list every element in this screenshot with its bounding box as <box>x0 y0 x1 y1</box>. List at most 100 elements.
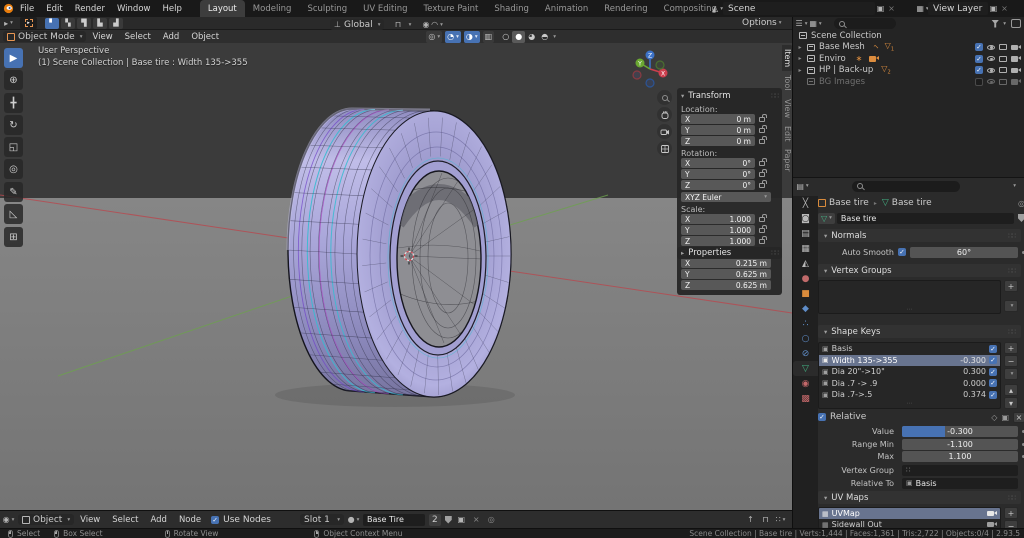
add-vertex-group-button[interactable]: + <box>1004 280 1018 292</box>
tab-modifiers[interactable]: ◆ <box>793 301 818 316</box>
tab-view-layer[interactable]: ▦ <box>793 241 818 256</box>
view-layer-icon[interactable]: ▦▾ <box>916 2 928 15</box>
shader-menu-view[interactable]: View <box>74 515 106 525</box>
properties-editor-type-icon[interactable]: ▤ ▾ <box>796 180 808 193</box>
go-to-parent-node-icon[interactable]: ↑ <box>745 513 756 526</box>
dimensions-z-field[interactable]: Z 0.625 m <box>681 280 771 290</box>
scene-icon[interactable]: ◭ ▾ <box>712 2 723 15</box>
view-layer-name-field[interactable]: View Layer <box>928 2 988 15</box>
lock-scale-y-icon[interactable] <box>759 224 767 233</box>
location-z-field[interactable]: Z 0 m <box>681 136 755 146</box>
tab-object-data[interactable]: ▽ <box>793 361 818 376</box>
tab-output[interactable]: ▤ <box>793 226 818 241</box>
shape-key-row[interactable]: ▣ Basis ✓ <box>819 343 1000 355</box>
box-select-tool-button[interactable]: ▸ <box>20 17 37 29</box>
use-nodes-checkbox[interactable]: ✓ <box>211 515 220 524</box>
disable-viewport-icon[interactable] <box>999 67 1007 74</box>
select-mode-lasso-icon[interactable]: ▙ <box>93 17 107 29</box>
zoom-button[interactable] <box>657 90 672 105</box>
lock-location-y-icon[interactable] <box>759 124 767 133</box>
disable-render-icon[interactable] <box>1011 67 1021 73</box>
disable-viewport-icon[interactable] <box>999 44 1007 51</box>
blender-logo-icon[interactable] <box>3 2 14 15</box>
unlink-material-icon[interactable]: × <box>471 513 482 526</box>
outliner-search-input[interactable] <box>834 18 896 29</box>
new-collection-icon[interactable] <box>1011 19 1021 28</box>
shape-key-row-selected[interactable]: ▣ Width 135->355 -0.300 ✓ <box>819 354 1000 366</box>
auto-smooth-checkbox[interactable]: ✓ <box>898 248 906 256</box>
edit-mode-display-icon[interactable]: ▣ <box>1001 413 1009 422</box>
pan-hand-button[interactable] <box>657 107 672 122</box>
select-mode-circle-icon[interactable]: ▜ <box>77 17 91 29</box>
tab-object[interactable]: ■ <box>793 286 818 301</box>
rotation-mode-dropdown[interactable]: XYZ Euler ▾ <box>681 192 771 202</box>
lock-rotation-x-icon[interactable] <box>759 157 767 166</box>
checkbox-icon[interactable]: ✓ <box>975 66 983 75</box>
remove-shape-key-button[interactable]: − <box>1004 355 1018 367</box>
shape-key-checkbox[interactable]: ✓ <box>989 390 997 399</box>
tool-transform-button[interactable]: ◎ <box>4 159 23 179</box>
breadcrumb-data[interactable]: Base tire <box>892 198 932 208</box>
tool-scale-button[interactable]: ◱ <box>4 137 23 157</box>
node-snap-mode-icon[interactable]: ∷ ▾ <box>775 513 786 526</box>
relative-checkbox[interactable]: ✓ <box>818 413 826 421</box>
workspace-tab-texture-paint[interactable]: Texture Paint <box>416 0 487 17</box>
filter-icon[interactable] <box>991 19 1000 28</box>
checkbox-icon[interactable] <box>975 77 983 86</box>
tab-tool[interactable]: ╳ <box>793 196 818 211</box>
workspace-tab-shading[interactable]: Shading <box>486 0 537 17</box>
xray-toggle[interactable]: ▥ <box>482 30 495 43</box>
add-shape-key-button[interactable]: + <box>1004 342 1018 354</box>
mesh-name-field[interactable]: Base tire <box>836 212 1014 224</box>
select-mode-box-icon[interactable]: ▚ <box>61 17 75 29</box>
outliner-display-mode-icon[interactable]: ▦ ▾ <box>809 17 821 30</box>
new-view-layer-icon[interactable]: ▣ <box>988 2 999 15</box>
navigation-gizmo[interactable]: Z X Y <box>628 46 672 90</box>
tool-select-box-button[interactable]: ▶ <box>4 48 23 68</box>
uv-maps-panel-header[interactable]: ▾ UV Maps ∷∷ <box>818 491 1021 504</box>
vertex-groups-panel-header[interactable]: ▾ Vertex Groups ∷∷ <box>818 264 1021 277</box>
tab-constraints[interactable]: ⊘ <box>793 346 818 361</box>
breadcrumb-object[interactable]: Base tire <box>829 198 869 208</box>
material-name-field[interactable]: Base Tire <box>363 513 425 526</box>
tab-physics[interactable]: ○ <box>793 331 818 346</box>
disable-viewport-icon[interactable] <box>999 55 1007 62</box>
outliner-row-base-mesh[interactable]: ▸ Base Mesh ⌐ ▽1 ✓ <box>793 41 1024 53</box>
fake-user-shield-icon[interactable] <box>1018 214 1024 222</box>
node-snap-magnet-icon[interactable]: ⊓ <box>760 513 771 526</box>
shading-rendered-icon[interactable]: ◓ <box>538 31 551 43</box>
shape-key-checkbox[interactable]: ✓ <box>989 379 997 388</box>
range-max-field[interactable]: 1.100 <box>902 450 1018 462</box>
editor-divider[interactable] <box>792 17 793 528</box>
disable-render-icon[interactable] <box>1011 44 1021 50</box>
unlink-scene-icon[interactable]: × <box>886 2 897 15</box>
shader-menu-add[interactable]: Add <box>144 515 172 525</box>
workspace-tab-uv-editing[interactable]: UV Editing <box>355 0 415 17</box>
shape-key-row[interactable]: ▣ Dia .7 -> .9 0.000 ✓ <box>819 378 1000 390</box>
uv-map-row[interactable]: ▦ Sidewall Out <box>819 519 1000 528</box>
sidebar-tab-edit[interactable]: Edit <box>782 122 792 146</box>
checkbox-icon[interactable]: ✓ <box>975 43 983 52</box>
orthographic-toggle-button[interactable] <box>657 141 672 156</box>
shape-key-checkbox[interactable]: ✓ <box>989 344 997 353</box>
shading-solid-icon[interactable]: ● <box>512 30 526 43</box>
hide-eye-icon[interactable] <box>987 79 995 85</box>
dimensions-x-field[interactable]: X 0.215 m <box>681 258 771 268</box>
transform-orientation-dropdown[interactable]: ⊥ Global ▾ <box>330 19 385 30</box>
normals-panel-header[interactable]: ▾ Normals ∷∷ <box>818 229 1021 242</box>
disable-render-icon[interactable] <box>1011 56 1021 62</box>
tool-annotate-button[interactable]: ✎ <box>4 182 23 202</box>
rotation-y-field[interactable]: Y 0° <box>681 169 755 179</box>
location-x-field[interactable]: X 0 m <box>681 114 755 124</box>
expand-icon[interactable]: ▸ <box>793 44 807 51</box>
properties-search-input[interactable] <box>852 180 960 192</box>
lock-location-x-icon[interactable] <box>759 113 767 122</box>
shape-key-row[interactable]: ▣ Dia .7->.5 0.374 ✓ <box>819 389 1000 401</box>
sidebar-tab-item[interactable]: Item <box>782 45 792 72</box>
menu-edit[interactable]: Edit <box>40 4 68 14</box>
disable-render-icon[interactable] <box>1011 79 1021 85</box>
tool-measure-button[interactable]: ◺ <box>4 204 23 224</box>
scale-z-field[interactable]: Z 1.000 <box>681 236 755 246</box>
remove-view-layer-icon[interactable]: × <box>999 2 1010 15</box>
rotation-z-field[interactable]: Z 0° <box>681 180 755 190</box>
